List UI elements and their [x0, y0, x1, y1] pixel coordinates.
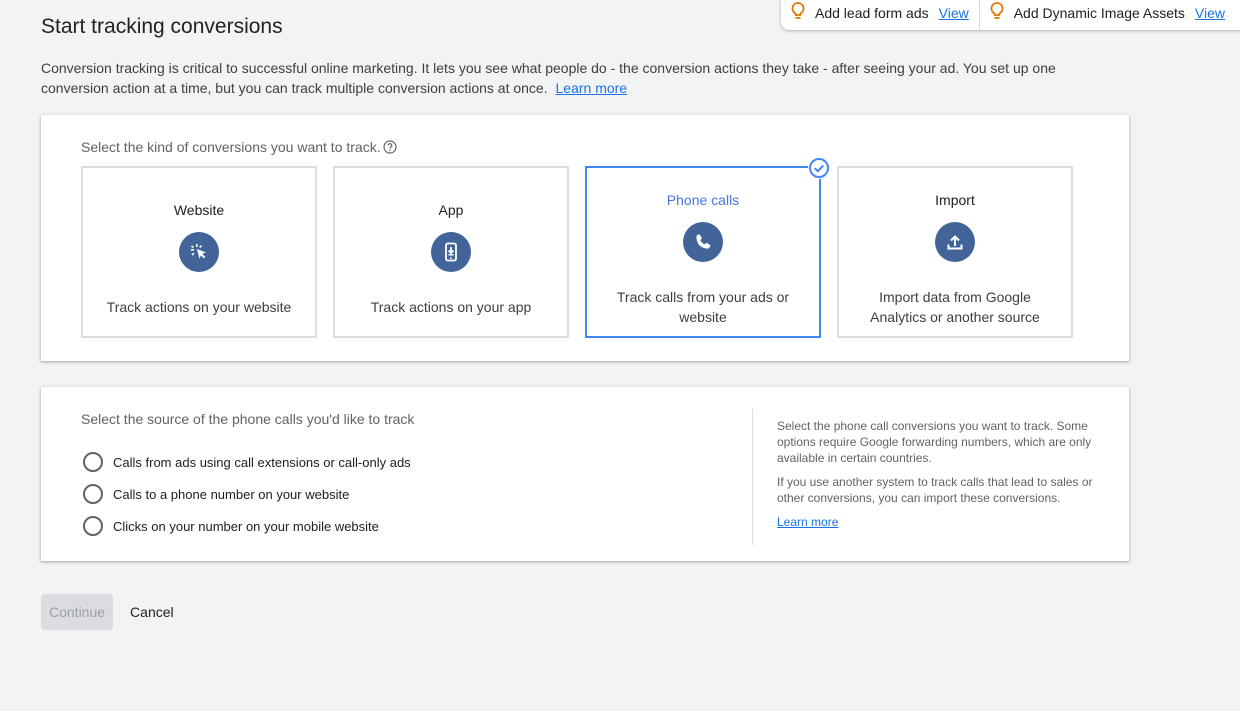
help-paragraph: Select the phone call conversions you wa… [777, 419, 1092, 465]
radio-button[interactable] [83, 516, 103, 536]
tile-description: Track actions on your website [106, 299, 292, 315]
phone-icon [683, 222, 723, 262]
tile-title: Phone calls [666, 192, 740, 208]
help-learn-more-link[interactable]: Learn more [777, 514, 838, 530]
intro-description: Conversion tracking is critical to succe… [41, 60, 1056, 96]
phone-call-source-label: Select the source of the phone calls you… [81, 411, 415, 427]
radio-label: Clicks on your number on your mobile web… [113, 518, 379, 534]
lightbulb-icon [990, 2, 1004, 19]
tile-app[interactable]: App Track actions on your app [333, 166, 569, 338]
conversion-kind-tiles: Website Track actions on your website Ap… [81, 157, 1073, 338]
help-panel: Select the phone call conversions you wa… [777, 418, 1107, 530]
radio-option-clicks-on-mobile-number[interactable]: Clicks on your number on your mobile web… [83, 510, 411, 542]
view-dynamic-image-assets-link[interactable]: View [1195, 5, 1225, 21]
learn-more-link[interactable]: Learn more [556, 80, 628, 96]
tile-website[interactable]: Website Track actions on your website [81, 166, 317, 338]
page-title: Start tracking conversions [41, 15, 283, 38]
radio-option-calls-to-website-number[interactable]: Calls to a phone number on your website [83, 478, 411, 510]
form-actions: Continue Cancel [41, 594, 181, 630]
help-paragraph: If you use another system to track calls… [777, 475, 1093, 505]
tile-description: Track actions on your app [370, 299, 532, 315]
conversion-kind-card: Select the kind of conversions you want … [41, 115, 1129, 361]
tile-title: Import [935, 192, 975, 208]
conversion-kind-label-text: Select the kind of conversions you want … [81, 139, 381, 155]
tile-description: Track calls from your ads or website [616, 289, 790, 325]
radio-option-calls-from-ads[interactable]: Calls from ads using call extensions or … [83, 446, 411, 478]
tile-phone-calls[interactable]: Phone calls Track calls from your ads or… [585, 157, 830, 338]
help-circle-icon[interactable] [383, 140, 397, 154]
radio-button[interactable] [83, 484, 103, 504]
suggestion-label: Add lead form ads [815, 5, 929, 21]
suggestion-dynamic-image-assets: Add Dynamic Image Assets View [978, 0, 1235, 30]
cursor-click-icon [179, 232, 219, 272]
cancel-button[interactable]: Cancel [123, 594, 181, 630]
radio-label: Calls to a phone number on your website [113, 486, 350, 502]
intro-text: Conversion tracking is critical to succe… [41, 58, 1101, 98]
conversion-kind-label: Select the kind of conversions you want … [81, 139, 397, 155]
radio-button[interactable] [83, 452, 103, 472]
tile-title: App [438, 202, 464, 218]
phone-call-source-card: Select the source of the phone calls you… [41, 387, 1129, 561]
tile-description: Import data from Google Analytics or ano… [870, 289, 1040, 325]
suggestions-bar: Add lead form ads View Add Dynamic Image… [781, 0, 1240, 30]
upload-icon [935, 222, 975, 262]
selected-check-icon [808, 157, 830, 179]
suggestion-label: Add Dynamic Image Assets [1013, 5, 1185, 21]
continue-button[interactable]: Continue [41, 594, 114, 630]
radio-label: Calls from ads using call extensions or … [113, 454, 411, 470]
tile-title: Website [173, 202, 225, 218]
vertical-divider [752, 409, 753, 545]
tile-import[interactable]: Import Import data from Google Analytics… [837, 166, 1073, 338]
lightbulb-icon [791, 2, 805, 19]
view-lead-form-ads-link[interactable]: View [939, 5, 969, 21]
suggestion-lead-form-ads: Add lead form ads View [781, 0, 979, 30]
phone-call-source-radio-group: Calls from ads using call extensions or … [83, 446, 411, 542]
phone-download-icon [431, 232, 471, 272]
